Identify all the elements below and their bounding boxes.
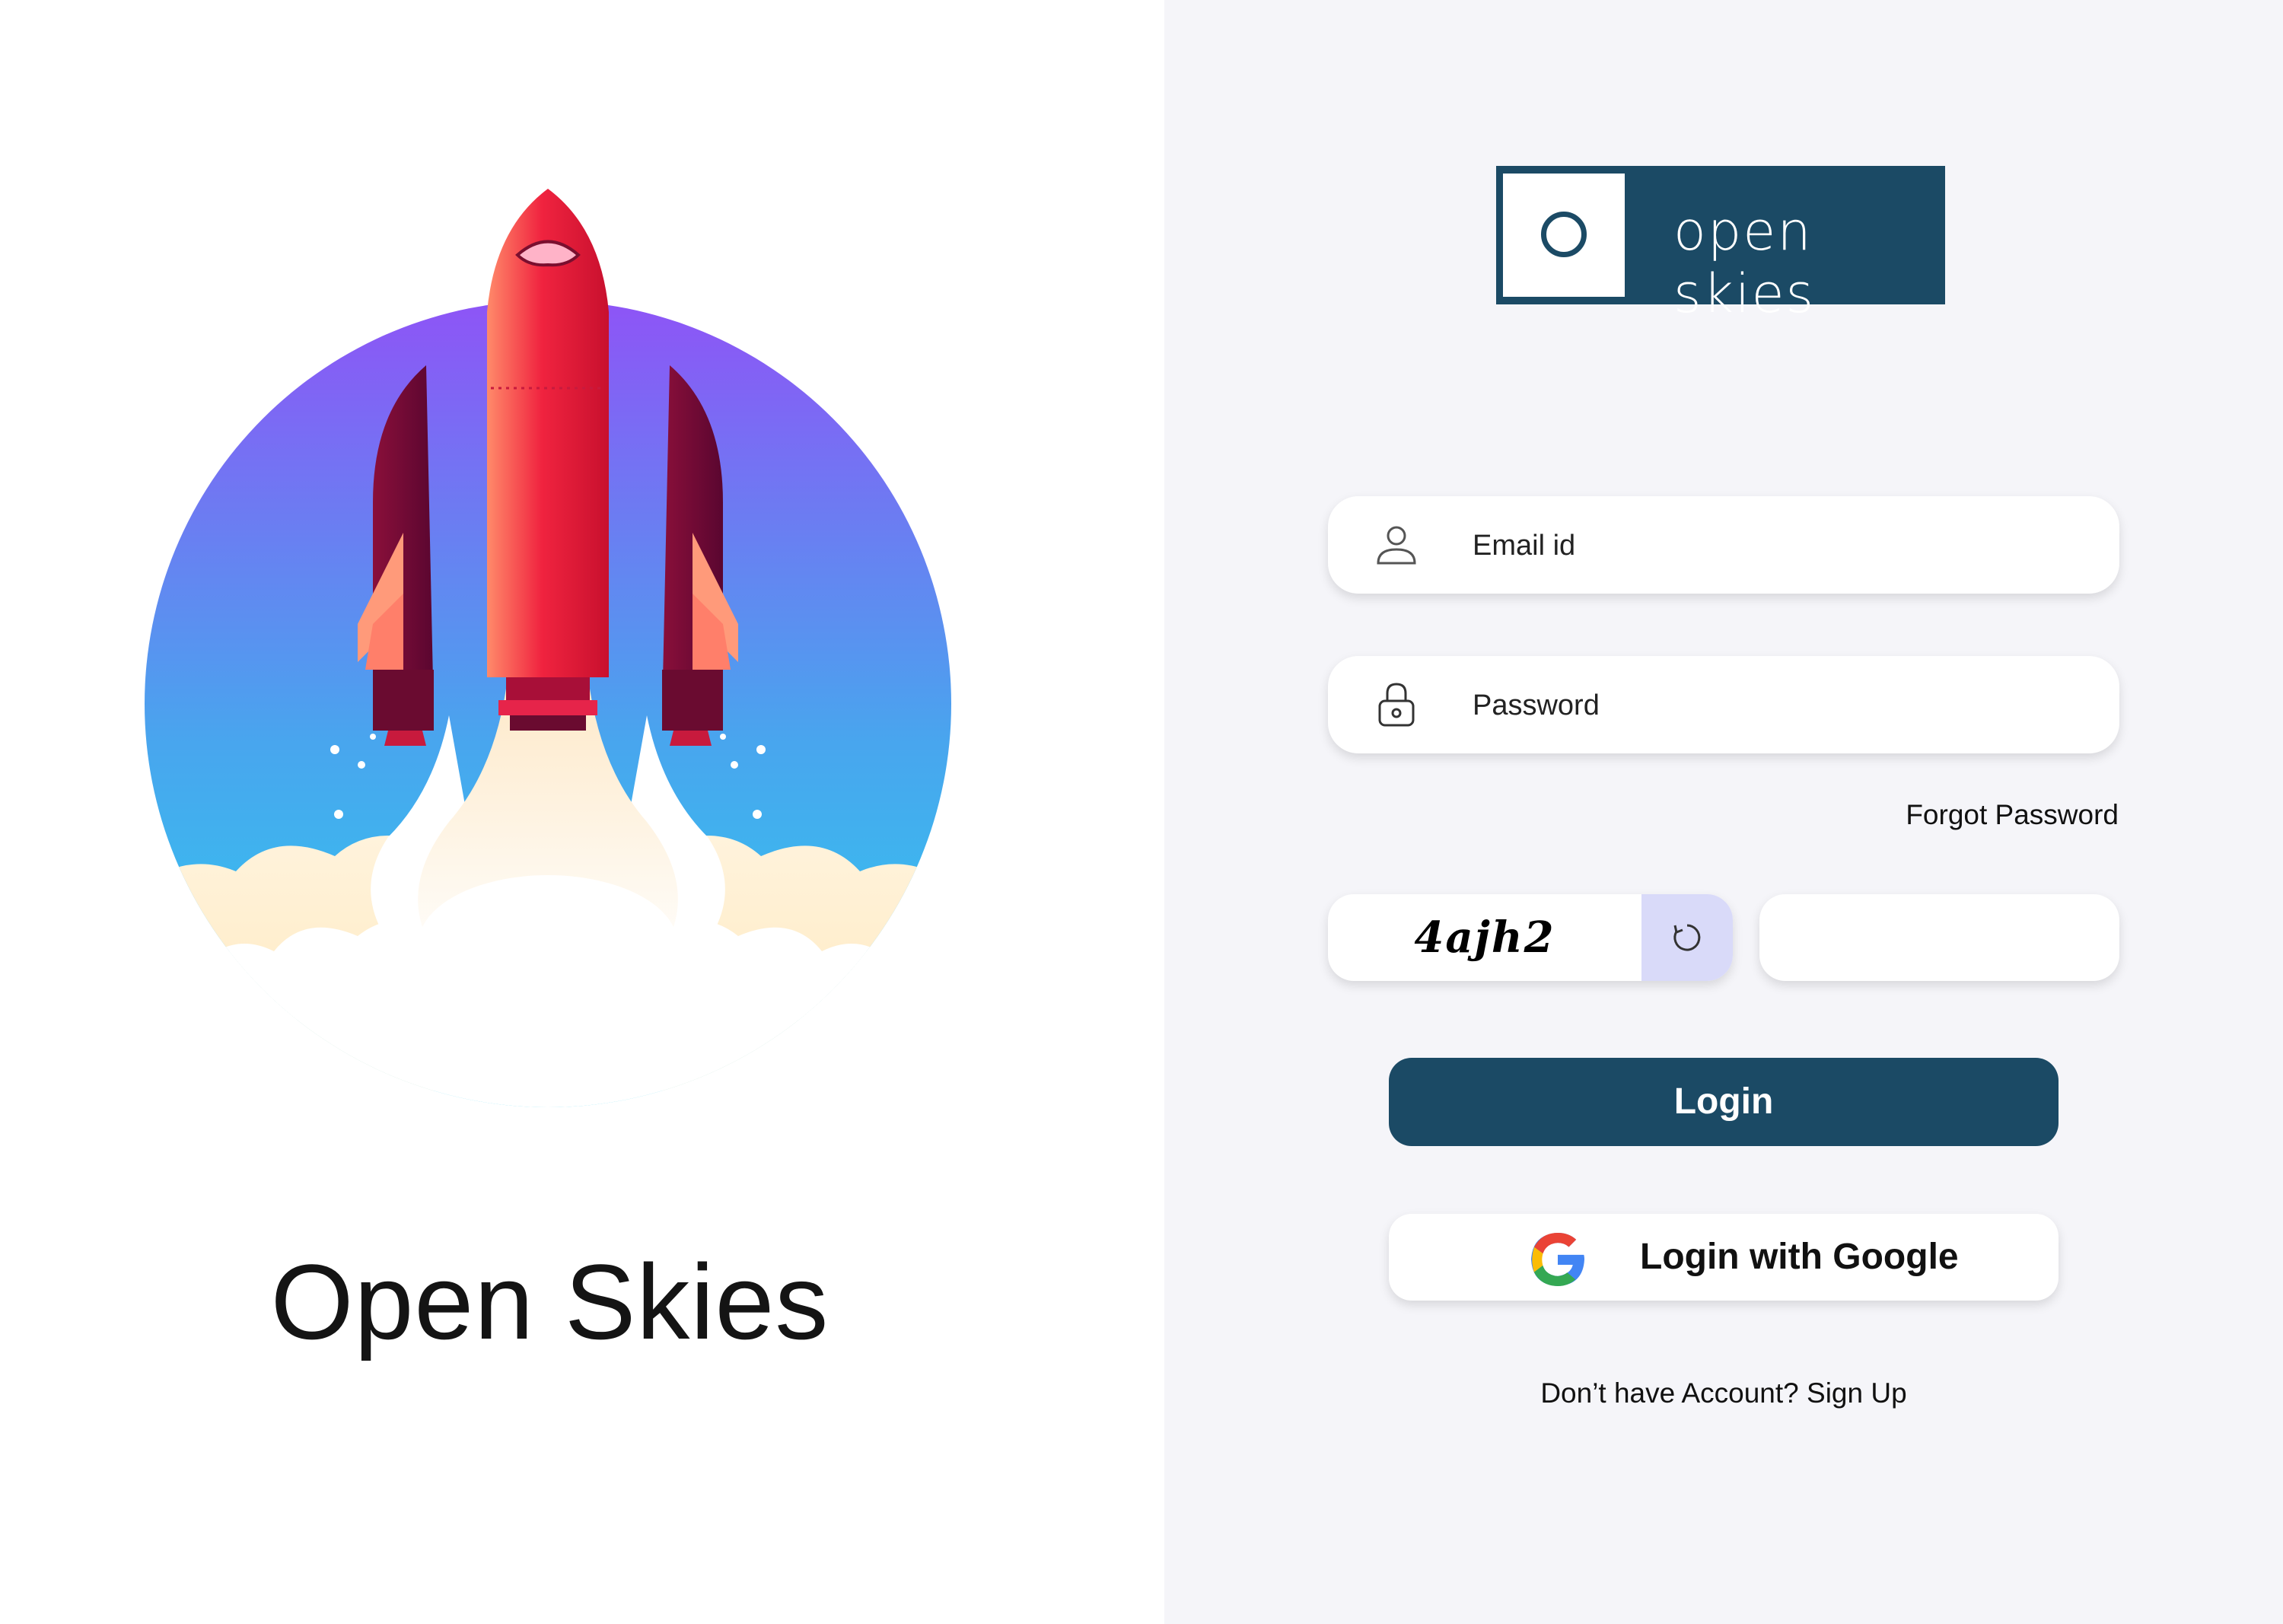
captcha-refresh-button[interactable] bbox=[1641, 894, 1733, 981]
password-field[interactable] bbox=[1328, 656, 2119, 753]
google-login-label: Login with Google bbox=[1640, 1237, 1959, 1277]
brand-title: Open Skies bbox=[270, 1242, 829, 1361]
captcha-field[interactable] bbox=[1759, 894, 2119, 981]
user-icon bbox=[1377, 526, 1416, 565]
google-icon bbox=[1531, 1233, 1584, 1286]
signup-prompt-text: Don’t have Account? bbox=[1540, 1377, 1799, 1409]
hero-panel: Open Skies bbox=[0, 0, 1164, 1624]
email-input[interactable] bbox=[1471, 519, 2083, 572]
login-button[interactable]: Login bbox=[1389, 1058, 2059, 1146]
google-login-button[interactable]: Login with Google bbox=[1389, 1214, 2059, 1301]
password-input[interactable] bbox=[1471, 679, 2083, 732]
logo-mark bbox=[1503, 174, 1625, 297]
logo-ring-icon bbox=[1541, 212, 1587, 257]
refresh-icon bbox=[1673, 924, 1701, 951]
captcha-input[interactable] bbox=[1782, 912, 2097, 964]
rocket-illustration bbox=[145, 189, 951, 1107]
email-field[interactable] bbox=[1328, 496, 2119, 594]
open-skies-logo: open skies bbox=[1496, 166, 1945, 325]
signup-prompt: Don’t have Account? Sign Up bbox=[1328, 1377, 2119, 1409]
forgot-password-link[interactable]: Forgot Password bbox=[1826, 799, 2119, 831]
lock-icon bbox=[1378, 683, 1415, 727]
captcha-display: 4ajh2 bbox=[1328, 894, 1733, 981]
logo-text: open skies bbox=[1673, 200, 1815, 325]
signup-link[interactable]: Sign Up bbox=[1807, 1377, 1907, 1409]
captcha-code: 4ajh2 bbox=[1414, 912, 1555, 963]
